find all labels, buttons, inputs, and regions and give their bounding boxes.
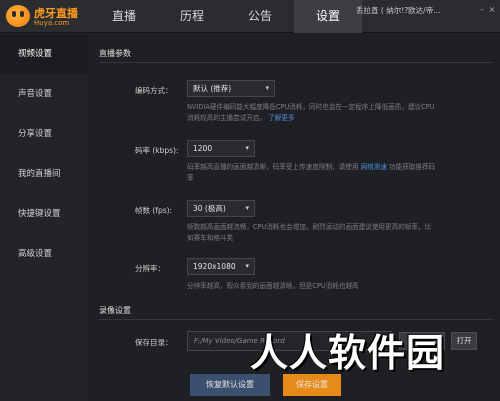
- top-bar: 虎牙直播 Huya.com 直播 历程 公告 设置 丢拉直 ( 纳尔!?欧达/帝…: [0, 0, 500, 33]
- record-settings-title: 录像设置: [99, 306, 131, 315]
- chevron-down-icon: ▾: [245, 144, 249, 152]
- chevron-down-icon: ▾: [245, 262, 249, 270]
- close-button[interactable]: ×: [488, 5, 496, 14]
- sidebar-item-share[interactable]: 分享设置: [0, 114, 87, 154]
- chevron-down-icon: ▾: [245, 204, 249, 212]
- fps-desc: 帧数越高画面越流畅，CPU消耗也会增加，剧烈运动的画面建议使用更高的帧率，比如赛…: [187, 223, 432, 242]
- window-controls: – ×: [478, 5, 496, 14]
- brand-subtitle: Huya.com: [34, 19, 70, 27]
- resolution-desc: 分辨率越高，观众看到的画面越清晰，但是CPU消耗也越高: [187, 282, 359, 290]
- resolution-select[interactable]: 1920x1080 ▾: [187, 258, 255, 275]
- bitrate-desc: 码率越高直播的画面越清晰，码率受上传速度限制，请使用 网络测速 功能获取推荐码率: [187, 162, 437, 184]
- tab-settings[interactable]: 设置: [294, 0, 362, 33]
- tab-history[interactable]: 历程: [158, 0, 226, 33]
- open-dir-button[interactable]: 打开: [451, 332, 477, 350]
- save-dir-label: 保存目录：: [135, 338, 173, 347]
- tab-live[interactable]: 直播: [90, 0, 158, 33]
- bitrate-value: 1200: [193, 144, 213, 153]
- resolution-value: 1920x1080: [193, 262, 236, 271]
- section-divider: [99, 62, 494, 63]
- encoder-select[interactable]: 默认 (推荐) ▾: [187, 80, 275, 97]
- bitrate-desc-text: 码率越高直播的画面越清晰，码率受上传速度限制，请使用: [187, 163, 359, 171]
- section-divider: [99, 319, 494, 320]
- sidebar-item-advanced[interactable]: 高级设置: [0, 234, 87, 274]
- speed-test-link[interactable]: 网络测速: [361, 163, 387, 171]
- huya-logo-icon: [6, 5, 30, 27]
- chevron-down-icon: ▾: [265, 84, 269, 92]
- brand-logo: 虎牙直播 Huya.com: [6, 4, 80, 30]
- settings-sidebar: 视频设置 声音设置 分享设置 我的直播间 快捷键设置 高级设置: [0, 34, 87, 401]
- encoder-value: 默认 (推荐): [193, 84, 232, 93]
- encoder-desc-text: NVIDIA硬件编码能大幅度降低CPU消耗，同时也会在一定程序上降低画质，建议C…: [187, 103, 435, 122]
- sidebar-item-hotkeys[interactable]: 快捷键设置: [0, 194, 87, 234]
- site-watermark: 人人软件园: [250, 331, 446, 375]
- fps-label: 帧数 (fps):: [135, 206, 173, 215]
- live-params-title: 直播参数: [99, 49, 131, 58]
- fps-value: 30 (极高): [193, 204, 226, 213]
- user-info[interactable]: 丢拉直 ( 纳尔!?欧达/帝...: [356, 5, 440, 16]
- sidebar-item-my-room[interactable]: 我的直播间: [0, 154, 87, 194]
- sidebar-item-audio[interactable]: 声音设置: [0, 74, 87, 114]
- main-nav: 直播 历程 公告 设置: [90, 0, 362, 33]
- bitrate-select[interactable]: 1200 ▾: [187, 140, 255, 157]
- learn-more-link[interactable]: 了解更多: [268, 114, 294, 122]
- save-settings-button[interactable]: 保存设置: [283, 374, 341, 396]
- encoder-desc: NVIDIA硬件编码能大幅度降低CPU消耗，同时也会在一定程序上降低画质，建议C…: [187, 102, 437, 124]
- reset-defaults-button[interactable]: 恢复默认设置: [190, 374, 270, 396]
- tab-notice[interactable]: 公告: [226, 0, 294, 33]
- resolution-label: 分辨率：: [135, 264, 165, 273]
- minimize-button[interactable]: –: [478, 5, 486, 14]
- encoder-label: 编码方式：: [135, 86, 173, 95]
- fps-select[interactable]: 30 (极高) ▾: [187, 200, 255, 217]
- bitrate-label: 码率 (kbps):: [135, 146, 179, 155]
- sidebar-item-video[interactable]: 视频设置: [0, 34, 87, 74]
